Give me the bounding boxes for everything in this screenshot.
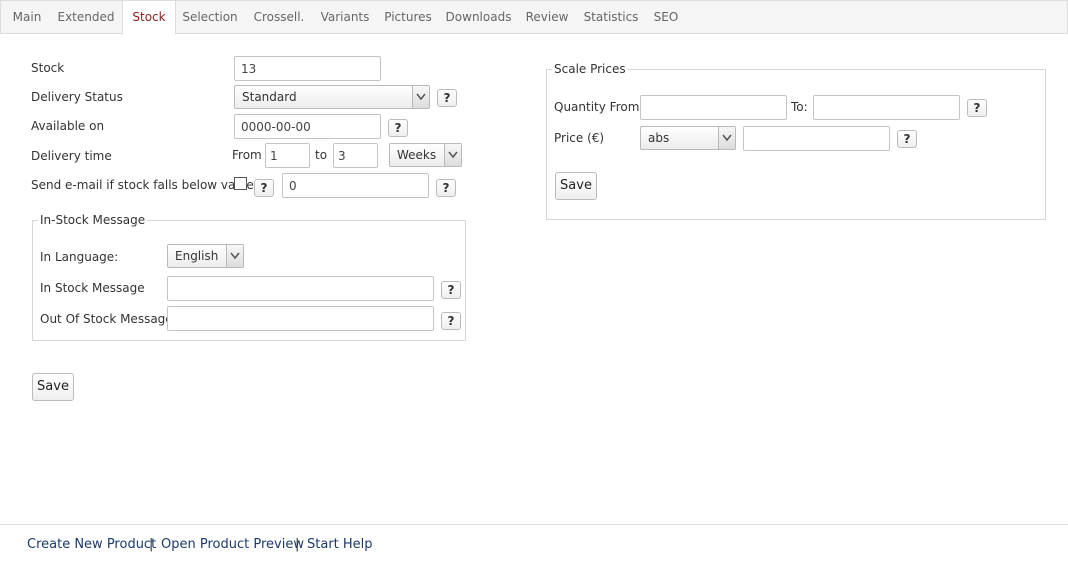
chevron-down-icon	[444, 144, 461, 166]
in-stock-message-label: In Stock Message	[40, 281, 145, 295]
delivery-status-label: Delivery Status	[31, 90, 123, 104]
start-help-link[interactable]: Start Help	[307, 537, 373, 552]
quantity-to-input[interactable]	[813, 95, 960, 120]
tab-seo[interactable]: SEO	[648, 1, 684, 33]
delivery-to-input[interactable]	[333, 143, 378, 168]
scale-prices-legend: Scale Prices	[552, 62, 628, 76]
delivery-from-label: From	[232, 148, 262, 162]
delivery-time-label: Delivery time	[31, 149, 112, 163]
email-checkbox-help-button[interactable]: ?	[254, 179, 274, 197]
chevron-down-icon	[718, 127, 735, 149]
tab-main[interactable]: Main	[6, 1, 48, 33]
email-threshold-checkbox[interactable]	[234, 177, 247, 190]
tab-selection[interactable]: Selection	[176, 1, 244, 33]
create-new-product-link[interactable]: Create New Product	[27, 537, 156, 552]
language-select[interactable]: English	[167, 244, 244, 268]
scale-prices-save-button[interactable]: Save	[555, 172, 597, 200]
in-language-label: In Language:	[40, 250, 119, 264]
available-on-input[interactable]	[234, 114, 381, 139]
in-stock-message-input[interactable]	[167, 276, 434, 301]
stock-input[interactable]	[234, 56, 381, 81]
available-on-label: Available on	[31, 119, 105, 133]
language-value: English	[175, 249, 219, 263]
delivery-status-value: Standard	[242, 90, 297, 104]
email-threshold-label: Send e-mail if stock falls below value	[31, 178, 254, 192]
price-type-value: abs	[648, 131, 670, 145]
tab-variants[interactable]: Variants	[314, 1, 376, 33]
stock-label: Stock	[31, 61, 65, 75]
quantity-from-label: Quantity From:	[554, 100, 644, 114]
delivery-to-label: to	[315, 148, 328, 162]
price-type-select[interactable]: abs	[640, 126, 736, 150]
price-label: Price (€)	[554, 131, 605, 145]
chevron-down-icon	[226, 245, 243, 267]
tab-statistics[interactable]: Statistics	[578, 1, 644, 33]
footer-separator: |	[295, 537, 300, 552]
tab-downloads[interactable]: Downloads	[441, 1, 516, 33]
tab-pictures[interactable]: Pictures	[378, 1, 438, 33]
available-on-help-button[interactable]: ?	[388, 119, 408, 137]
open-product-preview-link[interactable]: Open Product Preview	[161, 537, 304, 552]
quantity-help-button[interactable]: ?	[967, 99, 987, 117]
out-of-stock-message-input[interactable]	[167, 306, 434, 331]
in-stock-message-legend: In-Stock Message	[38, 213, 148, 227]
out-of-stock-message-help-button[interactable]: ?	[441, 312, 461, 330]
price-input[interactable]	[743, 126, 890, 151]
tab-review[interactable]: Review	[519, 1, 575, 33]
delivery-status-select[interactable]: Standard	[234, 85, 430, 109]
delivery-unit-value: Weeks	[397, 148, 437, 162]
chevron-down-icon	[412, 86, 429, 108]
out-of-stock-message-label: Out Of Stock Message	[40, 312, 173, 326]
in-stock-message-help-button[interactable]: ?	[441, 281, 461, 299]
delivery-from-input[interactable]	[265, 143, 310, 168]
price-help-button[interactable]: ?	[897, 130, 917, 148]
tab-extended[interactable]: Extended	[51, 1, 121, 33]
save-button[interactable]: Save	[32, 373, 74, 401]
delivery-status-help-button[interactable]: ?	[437, 89, 457, 107]
footer-bar: Create New Product | Open Product Previe…	[0, 524, 1068, 565]
tab-crosssell[interactable]: Crossell.	[246, 1, 312, 33]
quantity-to-label: To:	[791, 100, 808, 114]
tab-bar: Main Extended Stock Selection Crossell. …	[0, 0, 1068, 34]
delivery-unit-select[interactable]: Weeks	[389, 143, 462, 167]
tab-stock[interactable]: Stock	[122, 1, 176, 34]
email-threshold-help-button[interactable]: ?	[436, 179, 456, 197]
quantity-from-input[interactable]	[640, 95, 787, 120]
footer-separator: |	[149, 537, 154, 552]
email-threshold-input[interactable]	[282, 173, 429, 198]
